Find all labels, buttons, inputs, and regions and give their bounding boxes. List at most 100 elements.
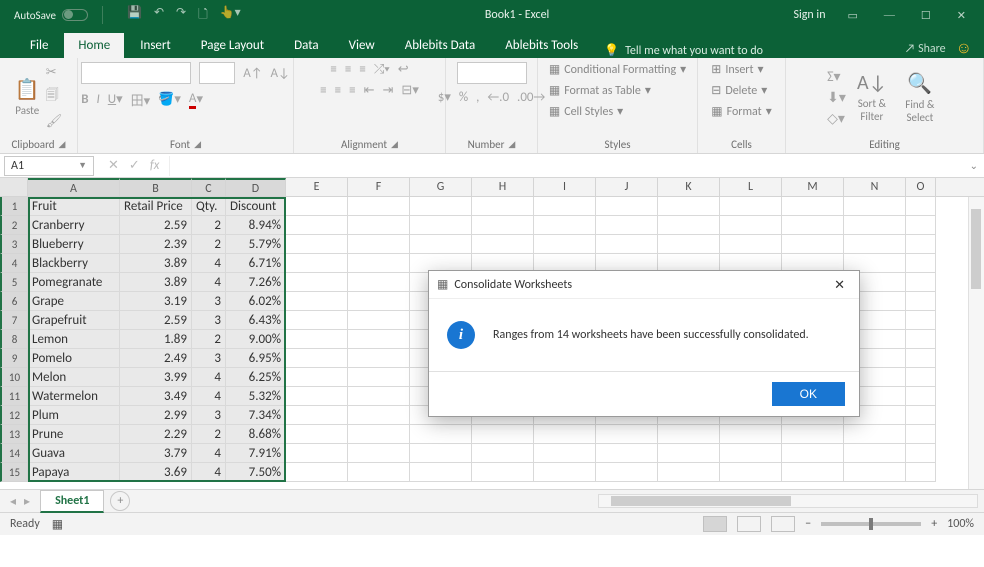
cell[interactable] [410, 216, 472, 235]
cell[interactable]: 4 [192, 387, 226, 406]
cell-styles-button[interactable]: ▦ Cell Styles▾ [549, 104, 623, 119]
column-header[interactable]: J [596, 178, 658, 196]
cell[interactable] [472, 197, 534, 216]
zoom-in-icon[interactable]: + [931, 517, 937, 531]
cell[interactable] [286, 216, 348, 235]
cell[interactable] [410, 463, 472, 482]
cell[interactable]: Grapefruit [28, 311, 120, 330]
page-layout-view-icon[interactable] [737, 516, 761, 532]
column-header[interactable]: E [286, 178, 348, 196]
cell[interactable] [472, 425, 534, 444]
font-color-icon[interactable]: A▾ [189, 90, 203, 109]
cell[interactable]: Guava [28, 444, 120, 463]
align-middle-icon[interactable]: ≡ [345, 62, 351, 77]
page-break-view-icon[interactable] [771, 516, 795, 532]
align-right-icon[interactable]: ≡ [349, 83, 355, 98]
column-header[interactable]: N [844, 178, 906, 196]
cell[interactable] [844, 425, 906, 444]
row-header[interactable]: 2 [0, 216, 28, 235]
redo-icon[interactable]: ↷ [176, 5, 186, 26]
cell[interactable] [782, 235, 844, 254]
cell[interactable] [286, 235, 348, 254]
cell[interactable] [782, 463, 844, 482]
horizontal-scrollbar[interactable] [598, 494, 978, 508]
decrease-font-icon[interactable]: A↓ [271, 62, 290, 84]
cell[interactable] [286, 292, 348, 311]
cell[interactable] [596, 197, 658, 216]
dialog-launcher-icon[interactable]: ◢ [508, 139, 515, 150]
tell-me-search[interactable]: 💡 Tell me what you want to do [594, 43, 763, 58]
cell[interactable] [720, 425, 782, 444]
number-format-input[interactable] [457, 62, 527, 84]
cell[interactable] [348, 292, 410, 311]
cut-icon[interactable]: ✂ [46, 65, 63, 80]
cell[interactable] [534, 444, 596, 463]
close-icon[interactable]: ✕ [953, 9, 970, 22]
tab-file[interactable]: File [16, 33, 62, 58]
row-header[interactable]: 3 [0, 235, 28, 254]
cell[interactable]: Pomegranate [28, 273, 120, 292]
tab-insert[interactable]: Insert [126, 33, 185, 58]
cell[interactable] [410, 197, 472, 216]
cell[interactable] [906, 273, 936, 292]
cell[interactable] [596, 463, 658, 482]
cell[interactable]: 2 [192, 216, 226, 235]
cell[interactable] [906, 330, 936, 349]
column-header[interactable]: M [782, 178, 844, 196]
delete-cells-button[interactable]: ⊟ Delete▾ [711, 83, 767, 98]
cell[interactable]: 3 [192, 406, 226, 425]
add-sheet-button[interactable]: + [110, 491, 130, 511]
cell[interactable] [720, 216, 782, 235]
cell[interactable] [286, 387, 348, 406]
cell[interactable] [534, 463, 596, 482]
cell[interactable]: 1.89 [120, 330, 192, 349]
cell[interactable] [348, 273, 410, 292]
sheet-tab[interactable]: Sheet1 [40, 490, 104, 513]
column-header[interactable]: C [192, 178, 226, 196]
cell[interactable] [534, 425, 596, 444]
ribbon-display-icon[interactable]: ▭ [844, 9, 862, 22]
paste-button[interactable]: 📋 Paste [15, 77, 40, 117]
cell[interactable] [286, 406, 348, 425]
cell[interactable] [286, 254, 348, 273]
cell[interactable]: 3.49 [120, 387, 192, 406]
cell[interactable]: 4 [192, 444, 226, 463]
cell[interactable]: 5.32% [226, 387, 286, 406]
zoom-slider[interactable] [821, 522, 921, 526]
cell[interactable] [348, 330, 410, 349]
feedback-icon[interactable]: ☺ [956, 39, 972, 58]
cell[interactable] [720, 444, 782, 463]
cell[interactable]: 3.19 [120, 292, 192, 311]
cell[interactable] [658, 463, 720, 482]
cell[interactable] [348, 368, 410, 387]
cell[interactable]: 3.69 [120, 463, 192, 482]
enter-formula-icon[interactable]: ✓ [129, 158, 140, 173]
column-header[interactable]: B [120, 178, 192, 196]
cell[interactable]: 2 [192, 330, 226, 349]
cell[interactable] [844, 216, 906, 235]
column-header[interactable]: G [410, 178, 472, 196]
cell[interactable]: 2.99 [120, 406, 192, 425]
save-icon[interactable]: 💾 [127, 5, 142, 26]
percent-icon[interactable]: % [459, 90, 468, 105]
cell[interactable]: 3 [192, 292, 226, 311]
cell[interactable] [906, 463, 936, 482]
row-header[interactable]: 14 [0, 444, 28, 463]
row-header[interactable]: 9 [0, 349, 28, 368]
tab-ablebits-data[interactable]: Ablebits Data [391, 33, 490, 58]
cell[interactable] [348, 254, 410, 273]
row-header[interactable]: 8 [0, 330, 28, 349]
row-header[interactable]: 12 [0, 406, 28, 425]
cell[interactable]: Pomelo [28, 349, 120, 368]
cell[interactable] [286, 311, 348, 330]
cell[interactable] [472, 235, 534, 254]
column-header[interactable]: L [720, 178, 782, 196]
cell[interactable] [286, 330, 348, 349]
dialog-close-icon[interactable]: ✕ [828, 275, 851, 295]
cell[interactable]: 7.26% [226, 273, 286, 292]
row-header[interactable]: 15 [0, 463, 28, 482]
column-header[interactable]: F [348, 178, 410, 196]
cell[interactable] [906, 444, 936, 463]
cell[interactable]: Plum [28, 406, 120, 425]
column-header[interactable]: I [534, 178, 596, 196]
